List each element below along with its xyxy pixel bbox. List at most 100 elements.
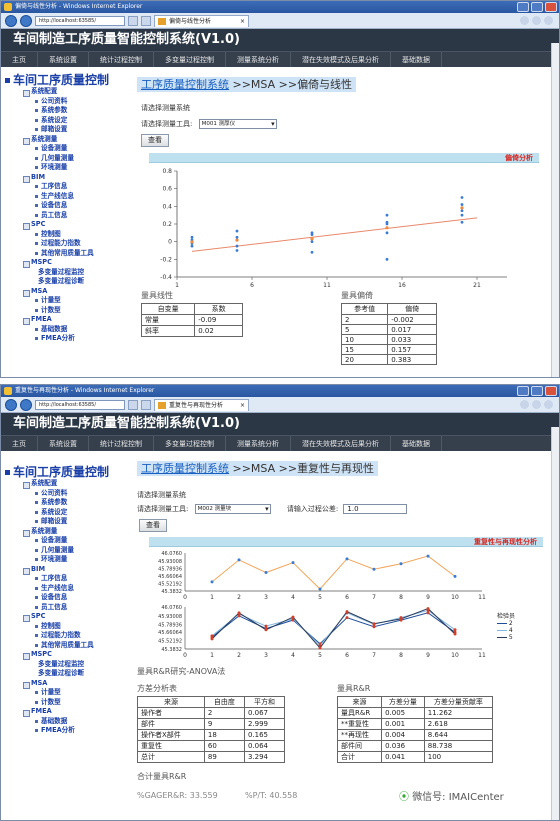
sidebar-item[interactable]: 邮箱设置 <box>1 517 133 527</box>
breadcrumb-link[interactable]: 工序质量控制系统 <box>141 78 229 91</box>
tab-close-icon[interactable]: × <box>240 400 245 411</box>
sidebar-item[interactable]: 过程能力指数 <box>1 239 133 249</box>
sidebar-item[interactable]: 工序信息 <box>1 574 133 584</box>
menu-spc[interactable]: 统计过程控制 <box>89 52 154 67</box>
back-button[interactable] <box>5 14 17 27</box>
home-icon[interactable] <box>520 400 529 409</box>
sidebar-group[interactable]: 系统测量 <box>1 527 133 536</box>
menu-settings[interactable]: 系统设置 <box>38 52 89 67</box>
sidebar-group[interactable]: SPC <box>1 612 133 622</box>
sidebar-item[interactable]: 设备信息 <box>1 593 133 603</box>
sidebar-item[interactable]: 多变量过程诊断 <box>1 669 133 679</box>
sidebar-group[interactable]: FMEA <box>1 315 133 325</box>
stop-icon[interactable] <box>141 399 151 410</box>
refresh-icon[interactable] <box>128 399 138 410</box>
menu-spc[interactable]: 统计过程控制 <box>89 436 154 451</box>
forward-button[interactable] <box>20 14 32 27</box>
sidebar-item[interactable]: 系统参数 <box>1 106 133 116</box>
sidebar-group[interactable]: 系统测量 <box>1 135 133 144</box>
menu-basic-data[interactable]: 基础数据 <box>391 52 442 67</box>
menu-msa[interactable]: 测量系统分析 <box>226 436 291 451</box>
favorites-icon[interactable] <box>532 16 541 25</box>
sidebar-item[interactable]: 控制图 <box>1 622 133 632</box>
sidebar-group[interactable]: MSPC <box>1 650 133 660</box>
sidebar-item[interactable]: 多变量过程监控 <box>1 268 133 278</box>
sidebar-item[interactable]: 几何量测量 <box>1 546 133 556</box>
sidebar-group[interactable]: MSPC <box>1 258 133 268</box>
sidebar-item[interactable]: 邮箱设置 <box>1 125 133 135</box>
stop-icon[interactable] <box>141 15 151 26</box>
sidebar-item[interactable]: 员工信息 <box>1 211 133 221</box>
sidebar-item[interactable]: 公司资料 <box>1 489 133 499</box>
minimize-button[interactable] <box>517 386 529 396</box>
sidebar-item[interactable]: 环境测量 <box>1 163 133 173</box>
sidebar-item[interactable]: FMEA分析 <box>1 726 133 736</box>
sidebar-item[interactable]: 几何量测量 <box>1 154 133 164</box>
sidebar-item[interactable]: 基础数据 <box>1 717 133 727</box>
back-button[interactable] <box>5 398 17 411</box>
sidebar-group[interactable]: 系统配置 <box>1 479 133 489</box>
maximize-button[interactable] <box>531 2 543 12</box>
sidebar-item[interactable]: 基础数据 <box>1 325 133 335</box>
sidebar-item[interactable]: 环境测量 <box>1 555 133 565</box>
vertical-scrollbar[interactable] <box>551 427 559 820</box>
menu-msa[interactable]: 测量系统分析 <box>226 52 291 67</box>
vertical-scrollbar[interactable] <box>551 43 559 377</box>
sidebar-item[interactable]: 生产线信息 <box>1 584 133 594</box>
tool-select[interactable]: M002 测量块 <box>194 504 271 514</box>
sidebar-item[interactable]: 系统参数 <box>1 498 133 508</box>
sidebar-item[interactable]: 控制图 <box>1 230 133 240</box>
sidebar-group[interactable]: MSA <box>1 679 133 688</box>
tab-close-icon[interactable]: × <box>240 16 245 27</box>
menu-basic-data[interactable]: 基础数据 <box>391 436 442 451</box>
breadcrumb-link[interactable]: 工序质量控制系统 <box>141 462 229 475</box>
sidebar-group[interactable]: 系统配置 <box>1 87 133 97</box>
tool-select[interactable]: M001 测厚仪 <box>198 119 277 129</box>
view-button[interactable]: 查看 <box>139 519 167 532</box>
sidebar-item[interactable]: 系统设定 <box>1 116 133 126</box>
sidebar-group[interactable]: BIM <box>1 565 133 574</box>
sidebar-item[interactable]: 计数型 <box>1 306 133 316</box>
minimize-button[interactable] <box>517 2 529 12</box>
sidebar-group[interactable]: BIM <box>1 173 133 182</box>
forward-button[interactable] <box>20 398 32 411</box>
sidebar-item[interactable]: 多变量过程监控 <box>1 660 133 670</box>
sidebar-item[interactable]: 公司资料 <box>1 97 133 107</box>
settings-icon[interactable] <box>544 16 553 25</box>
view-button[interactable]: 查看 <box>141 134 169 147</box>
sidebar-item[interactable]: 生产线信息 <box>1 192 133 202</box>
browser-tab[interactable]: 重复性与再现性分析 × <box>154 398 249 411</box>
sidebar-item[interactable]: 设备信息 <box>1 201 133 211</box>
sidebar-item[interactable]: 系统设定 <box>1 508 133 518</box>
sidebar-item[interactable]: 过程能力指数 <box>1 631 133 641</box>
sidebar-group[interactable]: MSA <box>1 287 133 296</box>
sidebar-item[interactable]: 设备测量 <box>1 536 133 546</box>
menu-settings[interactable]: 系统设置 <box>38 436 89 451</box>
menu-home[interactable]: 主页 <box>1 436 38 451</box>
sidebar-item[interactable]: 其他常用质量工具 <box>1 641 133 651</box>
close-button[interactable] <box>545 386 557 396</box>
menu-mspc[interactable]: 多变量过程控制 <box>154 52 226 67</box>
favorites-icon[interactable] <box>532 400 541 409</box>
maximize-button[interactable] <box>531 386 543 396</box>
sidebar-item[interactable]: 员工信息 <box>1 603 133 613</box>
menu-mspc[interactable]: 多变量过程控制 <box>154 436 226 451</box>
sidebar-item[interactable]: 其他常用质量工具 <box>1 249 133 259</box>
sidebar-item[interactable]: 设备测量 <box>1 144 133 154</box>
sidebar-item[interactable]: 计量型 <box>1 296 133 306</box>
sidebar-item[interactable]: 多变量过程诊断 <box>1 277 133 287</box>
menu-fmea[interactable]: 潜在失效模式及后果分析 <box>291 52 391 67</box>
refresh-icon[interactable] <box>128 15 138 26</box>
close-button[interactable] <box>545 2 557 12</box>
url-input[interactable]: http://localhost:63585/ <box>35 399 125 410</box>
sidebar-item[interactable]: FMEA分析 <box>1 334 133 344</box>
sidebar-item[interactable]: 工序信息 <box>1 182 133 192</box>
sidebar-item[interactable]: 计量型 <box>1 688 133 698</box>
sidebar-group[interactable]: FMEA <box>1 707 133 717</box>
menu-home[interactable]: 主页 <box>1 52 38 67</box>
browser-tab[interactable]: 偏倚与线性分析 × <box>154 14 249 27</box>
home-icon[interactable] <box>520 16 529 25</box>
tolerance-input[interactable]: 1.0 <box>343 504 408 514</box>
menu-fmea[interactable]: 潜在失效模式及后果分析 <box>291 436 391 451</box>
settings-icon[interactable] <box>544 400 553 409</box>
